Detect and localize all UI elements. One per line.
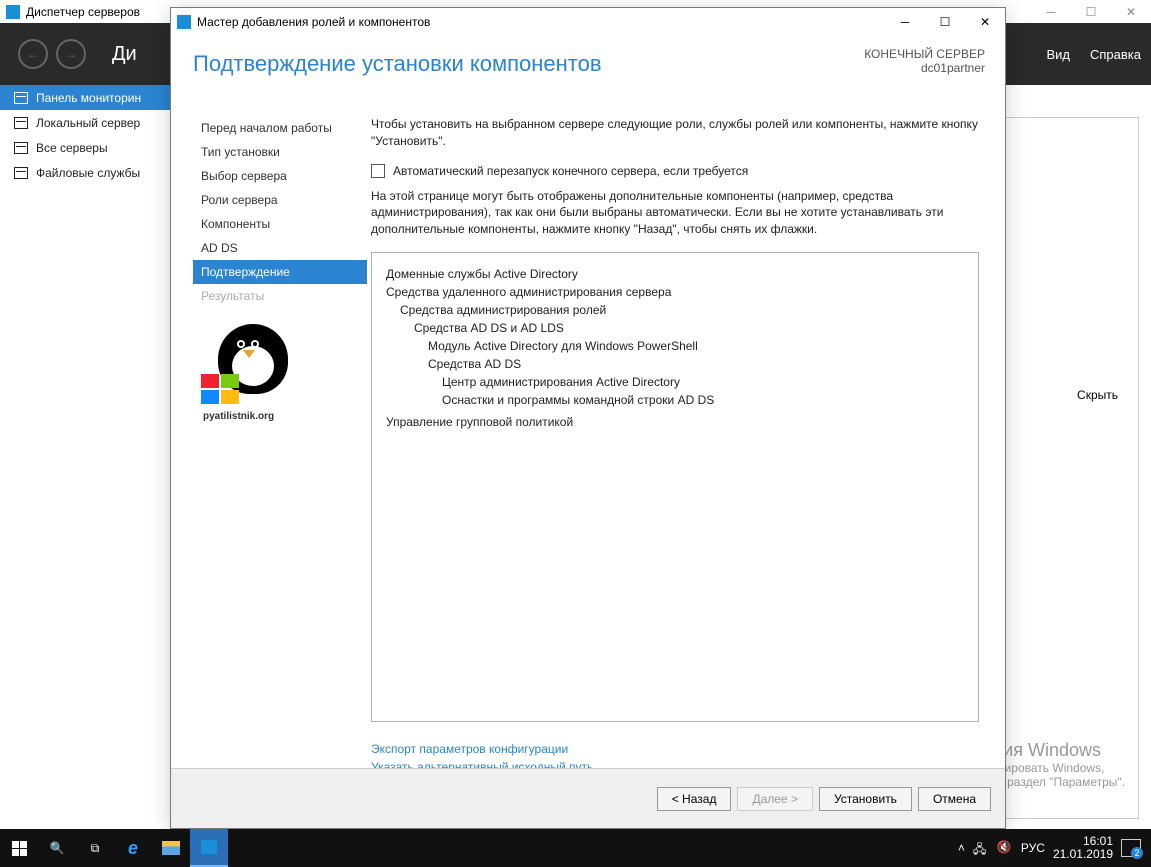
add-roles-wizard: Мастер добавления ролей и компонентов ─ … bbox=[170, 7, 1006, 829]
bg-close-button[interactable]: ✕ bbox=[1111, 0, 1151, 23]
server-icon bbox=[14, 117, 28, 129]
tree-node: Оснастки и программы командной строки AD… bbox=[442, 391, 964, 409]
tree-node: Управление групповой политикой bbox=[386, 413, 964, 431]
server-manager-icon bbox=[6, 5, 20, 19]
wizard-header: Подтверждение установки компонентов КОНЕ… bbox=[171, 35, 1005, 120]
wizard-steps: Перед началом работыТип установкиВыбор с… bbox=[171, 116, 367, 308]
sidebar-item[interactable]: Панель мониторин bbox=[0, 85, 172, 110]
tree-node: Средства AD DS и AD LDS bbox=[414, 319, 964, 337]
watermark-logo: pyatilistnik.org bbox=[193, 324, 313, 424]
intro-text: Чтобы установить на выбранном сервере сл… bbox=[371, 116, 979, 150]
auto-restart-checkbox[interactable] bbox=[371, 164, 385, 178]
tree-node: Доменные службы Active Directory bbox=[386, 265, 964, 283]
taskbar-explorer-icon[interactable] bbox=[152, 829, 190, 867]
back-nav-button[interactable]: ← bbox=[18, 39, 48, 69]
sidebar-item[interactable]: Файловые службы bbox=[0, 160, 172, 185]
wizard-step[interactable]: Подтверждение bbox=[193, 260, 367, 284]
hide-link[interactable]: Скрыть bbox=[1077, 388, 1118, 402]
tray-chevron-icon[interactable]: ˄ bbox=[958, 841, 965, 855]
tree-node: Модуль Active Directory для Windows Powe… bbox=[428, 337, 964, 355]
breadcrumb: Ди bbox=[112, 43, 137, 66]
wizard-step: Результаты bbox=[193, 284, 367, 308]
target-label: КОНЕЧНЫЙ СЕРВЕР bbox=[864, 47, 985, 61]
wizard-titlebar[interactable]: Мастер добавления ролей и компонентов bbox=[171, 8, 1005, 35]
components-tree: Доменные службы Active DirectoryСредства… bbox=[371, 252, 979, 722]
wizard-minimize-button[interactable]: ─ bbox=[885, 8, 925, 35]
tree-node: Средства AD DS bbox=[428, 355, 964, 373]
tray-network-icon[interactable]: 🖧 bbox=[973, 840, 989, 856]
wizard-step[interactable]: Перед началом работы bbox=[193, 116, 367, 140]
bg-minimize-button[interactable]: ─ bbox=[1031, 0, 1071, 23]
taskbar: 🔍 ⧉ e ˄ 🖧 🔇 РУС 16:01 21.01.2019 2 bbox=[0, 829, 1151, 867]
menu-help[interactable]: Справка bbox=[1090, 47, 1141, 62]
bg-maximize-button[interactable]: ☐ bbox=[1071, 0, 1111, 23]
server-manager-sidebar: Панель мониторин Локальный сервер Все серв… bbox=[0, 85, 172, 185]
tray-lang[interactable]: РУС bbox=[1021, 841, 1045, 855]
next-button: Далее > bbox=[737, 787, 813, 811]
sidebar-item-label: Локальный сервер bbox=[36, 116, 140, 130]
server-icon bbox=[14, 142, 28, 154]
target-server: dc01partner bbox=[864, 61, 985, 75]
search-button[interactable]: 🔍 bbox=[38, 829, 76, 867]
export-config-link[interactable]: Экспорт параметров конфигурации bbox=[371, 740, 979, 758]
notification-button[interactable]: 2 bbox=[1121, 839, 1141, 857]
wizard-maximize-button[interactable]: ☐ bbox=[925, 8, 965, 35]
wizard-step[interactable]: Роли сервера bbox=[193, 188, 367, 212]
server-icon bbox=[14, 92, 28, 104]
tree-node: Центр администрирования Active Directory bbox=[442, 373, 964, 391]
start-button[interactable] bbox=[0, 829, 38, 867]
sidebar-item[interactable]: Локальный сервер bbox=[0, 110, 172, 135]
taskbar-ie-icon[interactable]: e bbox=[114, 829, 152, 867]
sidebar-item[interactable]: Все серверы bbox=[0, 135, 172, 160]
menu-view[interactable]: Вид bbox=[1046, 47, 1070, 62]
wizard-step[interactable]: AD DS bbox=[193, 236, 367, 260]
wizard-icon bbox=[177, 15, 191, 29]
taskview-button[interactable]: ⧉ bbox=[76, 829, 114, 867]
install-button[interactable]: Установить bbox=[819, 787, 912, 811]
wizard-step[interactable]: Тип установки bbox=[193, 140, 367, 164]
sidebar-item-label: Все серверы bbox=[36, 141, 108, 155]
note-text: На этой странице могут быть отображены д… bbox=[371, 188, 979, 238]
forward-nav-button[interactable]: → bbox=[56, 39, 86, 69]
sidebar-item-label: Панель мониторин bbox=[36, 91, 141, 105]
tree-node: Средства удаленного администрирования се… bbox=[386, 283, 964, 301]
wizard-footer: < Назад Далее > Установить Отмена bbox=[171, 768, 1005, 828]
wizard-title: Мастер добавления ролей и компонентов bbox=[197, 15, 430, 29]
tray-sound-icon[interactable]: 🔇 bbox=[997, 840, 1013, 856]
wizard-step[interactable]: Компоненты bbox=[193, 212, 367, 236]
tree-node: Средства администрирования ролей bbox=[400, 301, 964, 319]
server-icon bbox=[14, 167, 28, 179]
sidebar-item-label: Файловые службы bbox=[36, 166, 140, 180]
wizard-close-button[interactable]: ✕ bbox=[965, 8, 1005, 35]
wizard-step[interactable]: Выбор сервера bbox=[193, 164, 367, 188]
taskbar-servermgr-icon[interactable] bbox=[190, 829, 228, 867]
cancel-button[interactable]: Отмена bbox=[918, 787, 991, 811]
auto-restart-label: Автоматический перезапуск конечного серв… bbox=[393, 164, 748, 178]
tray-clock[interactable]: 16:01 21.01.2019 bbox=[1053, 835, 1113, 861]
back-button[interactable]: < Назад bbox=[657, 787, 732, 811]
server-manager-title: Диспетчер серверов bbox=[26, 5, 140, 19]
